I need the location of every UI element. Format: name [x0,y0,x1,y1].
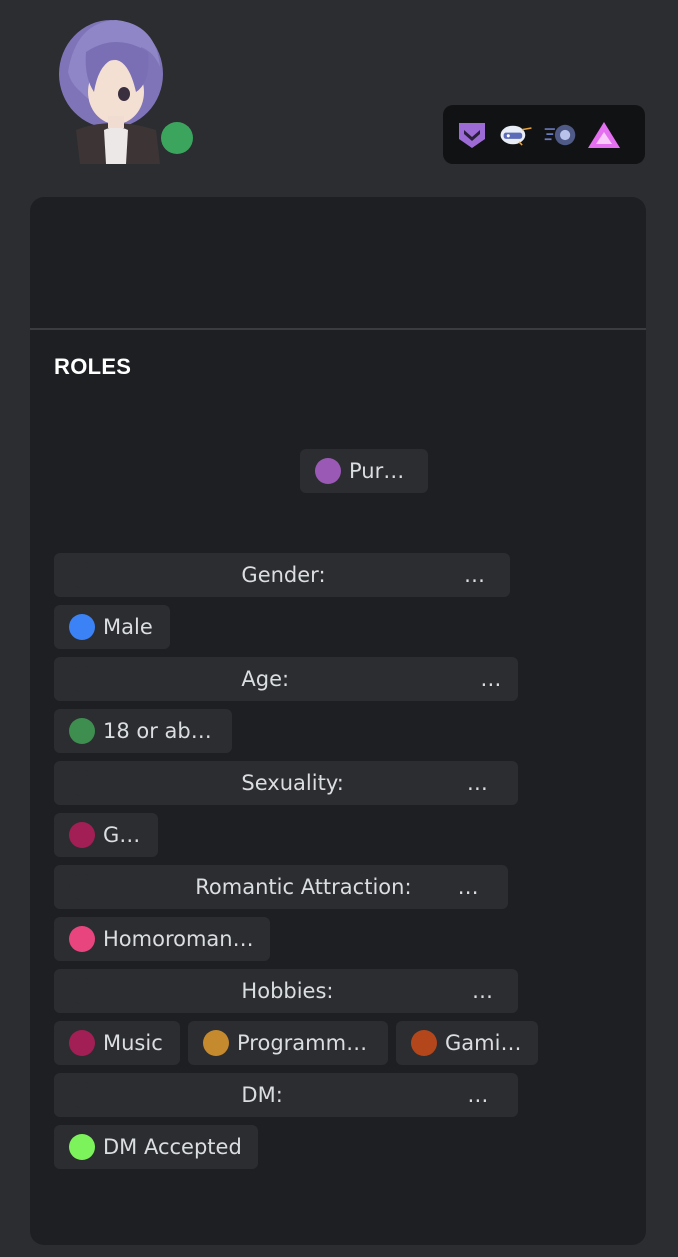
role-color-dot [315,458,341,484]
role-pill[interactable]: Music [54,1021,180,1065]
role-pill[interactable]: Homoromantic [54,917,270,961]
role-pill[interactable]: ⠀⠀⠀⠀⠀⠀Romantic Attraction:⠀⠀⠀⠀⠀⠀⠀⠀ [54,865,508,909]
role-color-dot [69,874,95,900]
role-pill[interactable]: ⠀⠀⠀⠀⠀⠀⠀⠀⠀Hobbies:⠀⠀⠀⠀⠀⠀⠀⠀⠀⠀⠀... [54,969,518,1013]
role-pill[interactable]: ⠀⠀⠀⠀⠀⠀⠀⠀⠀Sexuality:⠀⠀⠀⠀⠀⠀⠀⠀⠀⠀... [54,761,518,805]
profile-card: ROLES Purple ⠀⠀⠀⠀⠀⠀⠀⠀⠀Gender:⠀⠀⠀⠀⠀⠀⠀⠀⠀⠀⠀ M… [30,197,646,1245]
role-label: Male [103,615,153,639]
role-color-dot [69,666,95,692]
role-pill[interactable]: DM Accepted [54,1125,258,1169]
role-label: ⠀⠀⠀⠀⠀⠀⠀⠀⠀Sexuality:⠀⠀⠀⠀⠀⠀⠀⠀⠀⠀... [103,771,502,795]
role-color-dot [69,770,95,796]
role-label: ⠀⠀⠀⠀⠀⠀⠀⠀⠀Gender:⠀⠀⠀⠀⠀⠀⠀⠀⠀⠀⠀ [103,563,494,587]
role-pill[interactable]: ⠀⠀⠀⠀⠀⠀⠀⠀⠀Gender:⠀⠀⠀⠀⠀⠀⠀⠀⠀⠀⠀ [54,553,510,597]
role-color-dot [69,822,95,848]
role-pill[interactable]: Male [54,605,170,649]
role-pill[interactable]: Gay [54,813,158,857]
online-status-icon [161,122,193,154]
role-pill[interactable]: Programming [188,1021,388,1065]
nitro-robot-badge-icon[interactable] [499,118,533,152]
role-pill[interactable]: Gaming [396,1021,538,1065]
role-pill[interactable]: ⠀⠀⠀⠀⠀⠀⠀⠀⠀Age: ⠀⠀⠀⠀⠀⠀⠀⠀⠀⠀⠀⠀⠀... [54,657,518,701]
role-color-dot [69,562,95,588]
profile-avatar-area[interactable] [56,12,196,167]
role-color-dot [69,978,95,1004]
role-label: Homoromantic [103,927,254,951]
role-label: Gay [103,823,142,847]
role-label: ⠀⠀⠀⠀⠀⠀⠀⠀⠀DM:⠀⠀⠀⠀⠀⠀⠀⠀⠀⠀⠀⠀⠀⠀... [103,1083,502,1107]
section-divider [30,328,646,330]
role-color-dot [411,1030,437,1056]
role-label: Purple [349,459,412,483]
role-color-dot [69,718,95,744]
role-label: 18 or above [103,719,216,743]
role-label: ⠀⠀⠀⠀⠀⠀⠀⠀⠀Age: ⠀⠀⠀⠀⠀⠀⠀⠀⠀⠀⠀⠀⠀... [103,667,502,691]
role-label: ⠀⠀⠀⠀⠀⠀⠀⠀⠀Hobbies:⠀⠀⠀⠀⠀⠀⠀⠀⠀⠀⠀... [103,979,502,1003]
about-section [30,197,646,328]
role-label: Programming [237,1031,372,1055]
avatar[interactable] [56,12,166,164]
role-label: Music [103,1031,163,1055]
purple-triangle-badge-icon[interactable] [587,118,621,152]
role-color-dot [69,614,95,640]
role-pill[interactable]: 18 or above [54,709,232,753]
role-label: Gaming [445,1031,522,1055]
role-color-dot [69,1030,95,1056]
role-pill[interactable]: Purple [300,449,428,493]
badge-list [443,105,645,164]
role-color-dot [69,1134,95,1160]
role-label: ⠀⠀⠀⠀⠀⠀Romantic Attraction:⠀⠀⠀⠀⠀⠀⠀⠀ [103,875,492,899]
server-boost-badge-icon[interactable] [543,118,577,152]
role-label: DM Accepted [103,1135,242,1159]
role-color-dot [69,1082,95,1108]
role-color-dot [69,926,95,952]
roles-heading: ROLES [54,354,132,379]
hypesquad-balance-badge-icon[interactable] [455,118,489,152]
role-color-dot [203,1030,229,1056]
role-pill[interactable]: ⠀⠀⠀⠀⠀⠀⠀⠀⠀DM:⠀⠀⠀⠀⠀⠀⠀⠀⠀⠀⠀⠀⠀⠀... [54,1073,518,1117]
